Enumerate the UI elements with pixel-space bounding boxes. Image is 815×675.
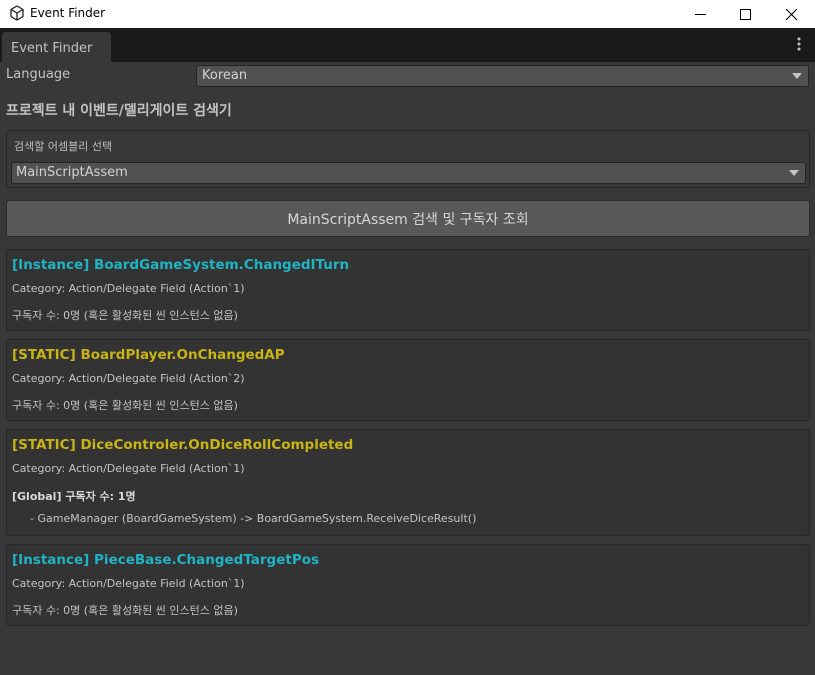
language-value: Korean <box>202 68 248 83</box>
event-global-subscriber-count: [Global] 구독자 수: 1명 <box>12 490 136 503</box>
event-category: Category: Action/Delegate Field (Action`… <box>12 372 245 385</box>
event-title: [Instance] PieceBase.ChangedTargetPos <box>12 552 320 568</box>
chevron-down-icon <box>789 170 799 176</box>
search-subscribers-button[interactable]: MainScriptAssem 검색 및 구독자 조회 <box>6 200 810 237</box>
language-label: Language <box>6 67 71 82</box>
page-title: 프로젝트 내 이벤트/델리게이트 검색기 <box>6 103 232 119</box>
event-card: [Instance] PieceBase.ChangedTargetPos Ca… <box>6 544 810 626</box>
minimize-button[interactable] <box>677 0 723 28</box>
tab-label: Event Finder <box>11 41 93 56</box>
language-dropdown[interactable]: Korean <box>196 65 809 87</box>
event-title: [Instance] BoardGameSystem.ChangedITurn <box>12 257 350 273</box>
assembly-selection-box: 검색할 어셈블리 선택 MainScriptAssem <box>6 130 810 188</box>
event-subscriber-count: 구독자 수: 0명 (혹은 활성화된 씬 인스턴스 없음) <box>12 604 238 617</box>
subscriber-entry: - GameManager (BoardGameSystem) -> Board… <box>30 512 477 525</box>
assembly-dropdown[interactable]: MainScriptAssem <box>11 162 806 184</box>
minimize-icon <box>694 13 706 15</box>
close-icon <box>785 8 797 20</box>
assembly-value: MainScriptAssem <box>16 165 128 180</box>
tab-event-finder[interactable]: Event Finder <box>2 32 111 62</box>
event-title: [STATIC] DiceControler.OnDiceRollComplet… <box>12 437 354 453</box>
event-card: [STATIC] DiceControler.OnDiceRollComplet… <box>6 429 810 536</box>
window-title: Event Finder <box>30 6 106 20</box>
unity-icon <box>10 5 24 21</box>
event-category: Category: Action/Delegate Field (Action`… <box>12 577 245 590</box>
tab-strip: Event Finder <box>0 28 815 62</box>
more-options-icon[interactable] <box>793 36 805 52</box>
event-subscriber-count: 구독자 수: 0명 (혹은 활성화된 씬 인스턴스 없음) <box>12 399 238 412</box>
assembly-label: 검색할 어셈블리 선택 <box>14 140 113 153</box>
event-subscriber-count: 구독자 수: 0명 (혹은 활성화된 씬 인스턴스 없음) <box>12 309 238 322</box>
chevron-down-icon <box>792 73 802 79</box>
window-titlebar: Event Finder <box>0 0 815 28</box>
event-title: [STATIC] BoardPlayer.OnChangedAP <box>12 347 285 363</box>
maximize-button[interactable] <box>722 0 768 28</box>
event-card: [STATIC] BoardPlayer.OnChangedAP Categor… <box>6 339 810 421</box>
maximize-icon <box>739 8 751 20</box>
event-category: Category: Action/Delegate Field (Action`… <box>12 282 245 295</box>
close-button[interactable] <box>768 0 814 28</box>
event-card: [Instance] BoardGameSystem.ChangedITurn … <box>6 249 810 331</box>
event-category: Category: Action/Delegate Field (Action`… <box>12 462 245 475</box>
